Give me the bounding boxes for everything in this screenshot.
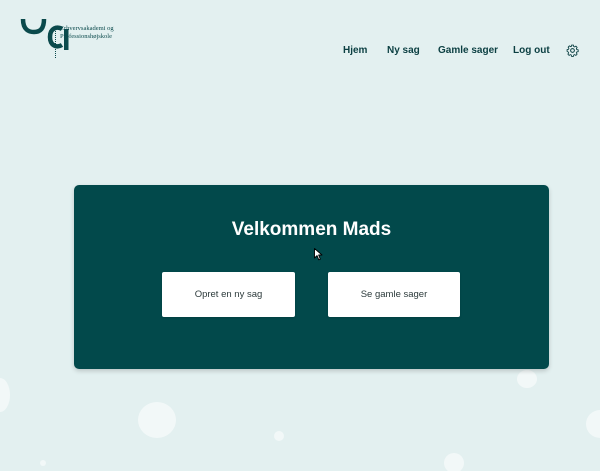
- logo-divider: [55, 26, 56, 58]
- page: Erhvervsakademi og Professionshøjskole H…: [0, 0, 600, 471]
- welcome-title: Velkommen Mads: [231, 219, 392, 240]
- decorative-bubble: [0, 378, 10, 412]
- nav-ny-sag[interactable]: Ny sag: [387, 45, 420, 56]
- old-cases-button[interactable]: Se gamle sager: [328, 272, 460, 317]
- logo-text-line2: Professionshøjskole: [60, 33, 112, 40]
- gear-icon[interactable]: [566, 44, 579, 57]
- nav-log-out[interactable]: Log out: [513, 45, 550, 56]
- nav-gamle-sager[interactable]: Gamle sager: [438, 45, 498, 56]
- decorative-bubble: [40, 460, 46, 466]
- mouse-cursor-icon: [314, 248, 323, 261]
- logo-text: Erhvervsakademi og Professionshøjskole: [60, 25, 114, 41]
- new-case-button[interactable]: Opret en ny sag: [162, 272, 295, 317]
- decorative-bubble: [274, 431, 284, 441]
- logo-text-line1: Erhvervsakademi og: [60, 25, 114, 32]
- welcome-card: Velkommen Mads Opret en ny sag Se gamle …: [74, 185, 549, 369]
- decorative-bubble: [444, 453, 464, 471]
- nav-hjem[interactable]: Hjem: [343, 45, 367, 56]
- decorative-bubble: [517, 370, 537, 388]
- decorative-bubble: [138, 402, 176, 438]
- decorative-bubble: [586, 410, 600, 438]
